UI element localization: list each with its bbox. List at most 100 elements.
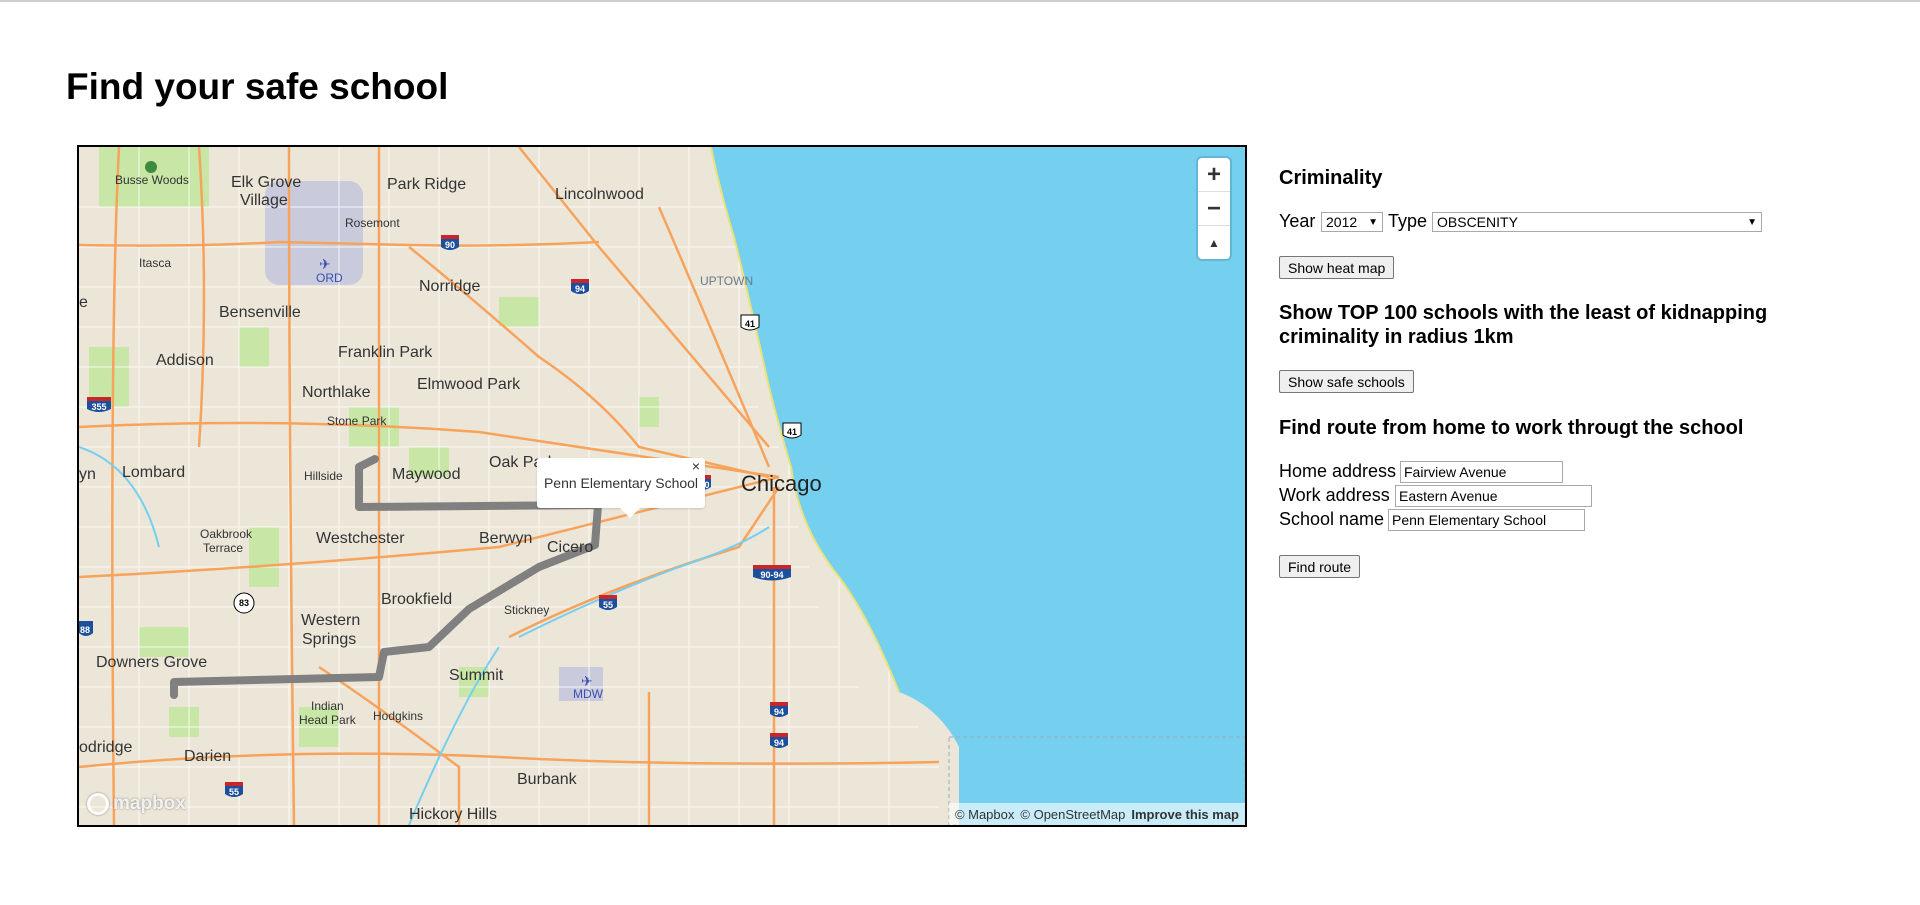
attribution-mapbox-link[interactable]: © Mapbox [955, 807, 1014, 822]
top-rule [0, 0, 1920, 2]
label-indian: Indian [311, 699, 344, 713]
i55-shield: 55 [599, 595, 617, 610]
svg-text:55: 55 [603, 600, 613, 610]
label-e: e [79, 294, 88, 311]
year-select-value: 2012 [1326, 214, 1358, 230]
year-select[interactable]: 2012 ▼ [1321, 212, 1383, 232]
label-terrace: Terrace [203, 541, 243, 555]
i355-shield: 355 [87, 397, 111, 412]
label-park-ridge: Park Ridge [387, 176, 466, 193]
label-bensenville: Bensenville [219, 304, 301, 321]
type-select[interactable]: OBSCENITY ▼ [1432, 212, 1762, 232]
mdw-plane-icon: ✈ [581, 674, 593, 690]
school-name-value: Penn Elementary School [1392, 512, 1547, 528]
label-western: Western [301, 612, 360, 629]
improve-map-link[interactable]: Improve this map [1131, 807, 1239, 822]
label-lombard: Lombard [122, 464, 185, 481]
map-navigation-controls: + − ▲ [1198, 158, 1230, 259]
i94-shield-2: 94 [770, 702, 788, 717]
plus-icon: + [1206, 160, 1221, 188]
school-name-label: School name [1279, 509, 1385, 529]
zoom-out-button[interactable]: − [1198, 192, 1230, 226]
home-address-input[interactable]: Fairview Avenue [1400, 461, 1563, 483]
label-springs: Springs [302, 631, 356, 648]
show-safe-schools-button[interactable]: Show safe schools [1279, 370, 1414, 393]
label-hickory-hills: Hickory Hills [409, 806, 497, 823]
us41-shield-2: 41 [782, 422, 802, 439]
attribution-osm-link[interactable]: © OpenStreetMap [1020, 807, 1125, 822]
zoom-in-button[interactable]: + [1198, 158, 1230, 192]
label-itasca: Itasca [139, 256, 171, 270]
svg-text:88: 88 [80, 625, 90, 635]
label-franklin-park: Franklin Park [338, 344, 433, 361]
popup-text: Penn Elementary School [543, 475, 699, 491]
mapbox-logo-text: mapbox [113, 793, 186, 814]
mapbox-logo-icon [87, 793, 109, 815]
chevron-down-icon: ▼ [1747, 216, 1757, 228]
label-berwyn: Berwyn [479, 530, 532, 547]
label-stone-park: Stone Park [327, 414, 387, 428]
label-burbank: Burbank [517, 771, 578, 788]
compass-icon: ▲ [1208, 235, 1220, 250]
label-elk-grove: Elk Grove [231, 174, 301, 191]
i90-shield: 90 [441, 235, 459, 250]
us41-shield: 41 [740, 314, 760, 331]
map-attribution: © Mapbox © OpenStreetMap Improve this ma… [948, 803, 1245, 825]
reset-bearing-button[interactable]: ▲ [1198, 226, 1230, 259]
label-cicero: Cicero [547, 539, 593, 556]
svg-text:41: 41 [745, 319, 755, 329]
top-schools-heading-line2: criminality in radius 1km [1279, 326, 1514, 348]
school-name-input[interactable]: Penn Elementary School [1388, 509, 1585, 531]
label-maywood: Maywood [392, 466, 460, 483]
minus-icon: − [1206, 194, 1221, 222]
show-heat-map-button[interactable]: Show heat map [1279, 256, 1395, 279]
label-yn: yn [79, 466, 96, 483]
label-busse-woods: Busse Woods [115, 173, 189, 187]
label-stickney: Stickney [504, 603, 549, 617]
school-popup: Penn Elementary School × [537, 458, 705, 508]
work-address-label: Work address [1279, 485, 1390, 505]
label-village: Village [240, 192, 288, 209]
i90-94-shield: 90-94 [753, 565, 791, 581]
year-label: Year [1279, 211, 1316, 231]
label-westchester: Westchester [316, 530, 405, 547]
tree-icon [145, 161, 157, 173]
label-head-park: Head Park [299, 713, 357, 727]
work-address-value: Eastern Avenue [1399, 488, 1498, 504]
i88-shield: 88 [79, 621, 93, 636]
type-select-value: OBSCENITY [1437, 214, 1518, 230]
popup-tip [620, 508, 640, 518]
mapbox-logo[interactable]: mapbox [87, 793, 186, 815]
label-rosemont: Rosemont [345, 216, 400, 230]
il83-shield: 83 [233, 592, 255, 614]
popup-close-button[interactable]: × [692, 459, 700, 473]
ord-plane-icon: ✈ [319, 257, 331, 273]
i94-shield: 94 [571, 279, 589, 294]
label-uptown: UPTOWN [700, 274, 753, 288]
label-lincolnwood: Lincolnwood [555, 186, 644, 203]
svg-text:355: 355 [91, 402, 106, 412]
work-address-input[interactable]: Eastern Avenue [1395, 485, 1592, 507]
home-address-label: Home address [1279, 461, 1397, 481]
criminality-heading: Criminality [1279, 167, 1383, 189]
label-downers-grove: Downers Grove [96, 654, 207, 671]
i55-shield-2: 55 [225, 782, 243, 797]
map-container[interactable]: Busse Woods Elk Grove Village Park Ridge… [77, 145, 1247, 827]
label-hodgkins: Hodgkins [373, 709, 423, 723]
top-schools-heading: Show TOP 100 schools with the least of k… [1279, 301, 1767, 349]
top-schools-heading-line1: Show TOP 100 schools with the least of k… [1279, 302, 1768, 324]
label-hillside: Hillside [304, 469, 343, 483]
label-summit: Summit [449, 667, 504, 684]
label-darien: Darien [184, 748, 231, 765]
chevron-down-icon: ▼ [1368, 216, 1378, 228]
i94-shield-3: 94 [770, 733, 788, 748]
svg-text:55: 55 [229, 787, 239, 797]
svg-text:41: 41 [787, 427, 797, 437]
find-route-button[interactable]: Find route [1279, 555, 1361, 578]
svg-text:94: 94 [575, 284, 585, 294]
label-brookfield: Brookfield [381, 591, 452, 608]
home-address-value: Fairview Avenue [1404, 464, 1507, 480]
label-addison: Addison [156, 352, 214, 369]
label-oakbrook: Oakbrook [200, 527, 253, 541]
svg-text:83: 83 [239, 598, 249, 608]
